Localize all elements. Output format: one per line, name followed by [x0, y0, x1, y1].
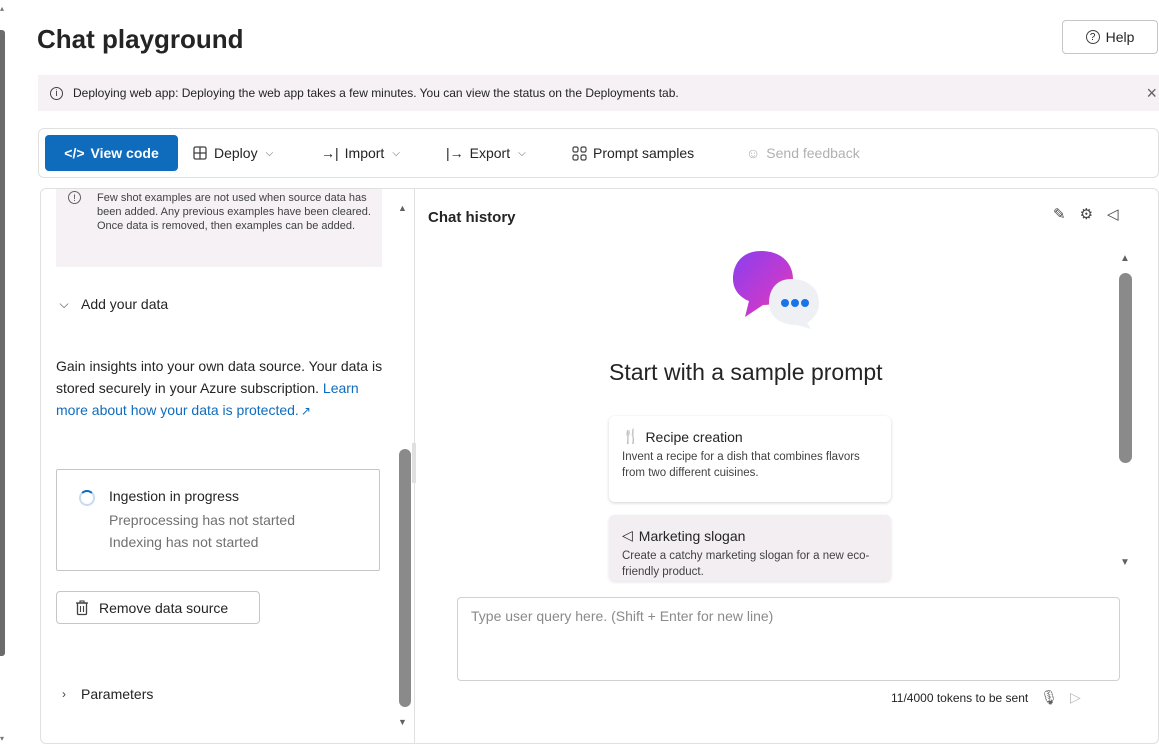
- import-button[interactable]: →| Import ⌵: [321, 135, 400, 171]
- chat-scroll-thumb[interactable]: [1119, 273, 1132, 463]
- chevron-down-icon: ⌵: [265, 147, 274, 159]
- setup-scroll-thumb[interactable]: [399, 449, 411, 707]
- recipe-icon: 🍴: [622, 428, 640, 444]
- chevron-down-icon: ⌵: [392, 147, 400, 159]
- ingestion-status-card: Ingestion in progress Preprocessing has …: [56, 469, 380, 571]
- help-label: Help: [1105, 29, 1135, 45]
- export-label: Export: [469, 145, 511, 161]
- send-icon[interactable]: ▷: [1070, 689, 1081, 706]
- sample-description: Invent a recipe for a dish that combines…: [622, 451, 860, 479]
- fewshot-note-text: Few shot examples are not used when sour…: [97, 192, 371, 232]
- megaphone-icon: ◁: [622, 527, 633, 543]
- token-count: 11/4000 tokens to be sent: [891, 690, 1029, 705]
- remove-data-source-button[interactable]: Remove data source: [56, 591, 260, 624]
- banner-text: Deploying web app: Deploying the web app…: [73, 86, 679, 100]
- chat-logo-icon: [733, 251, 819, 329]
- help-icon: ?: [1085, 30, 1100, 44]
- prompt-samples-button[interactable]: Prompt samples: [572, 135, 694, 171]
- view-code-button[interactable]: </> View code: [45, 135, 178, 171]
- deploy-icon: [193, 146, 207, 160]
- trash-icon: [76, 599, 88, 615]
- deploy-button[interactable]: Deploy ⌵: [192, 135, 273, 171]
- export-icon: |→: [446, 145, 464, 161]
- left-edge-scrollbar[interactable]: ▴ ▾: [0, 0, 8, 748]
- spinner-icon: [79, 490, 95, 506]
- export-button[interactable]: |→ Export ⌵: [446, 135, 526, 171]
- scroll-up-arrow[interactable]: ▲: [398, 203, 407, 213]
- toolbar: </> View code Deploy ⌵ →| Import ⌵ |→ Ex…: [38, 128, 1159, 178]
- help-button[interactable]: ? Help: [1062, 20, 1158, 54]
- ingestion-title: Ingestion in progress: [109, 488, 239, 504]
- sample-prompt-card[interactable]: 🍴 Recipe creation Invent a recipe for a …: [609, 416, 891, 502]
- remove-data-source-label: Remove data source: [99, 599, 229, 616]
- fewshot-note: ! Few shot examples are not used when so…: [56, 189, 382, 267]
- prompt-samples-label: Prompt samples: [593, 145, 695, 161]
- scroll-down-arrow[interactable]: ▾: [0, 734, 4, 743]
- query-placeholder: Type user query here. (Shift + Enter for…: [471, 608, 774, 624]
- token-row: 11/4000 tokens to be sent 🎙 ▷: [891, 689, 1081, 706]
- send-feedback-label: Send feedback: [766, 145, 860, 161]
- send-feedback-button[interactable]: ☺ Send feedback: [746, 135, 860, 171]
- page-title: Chat playground: [37, 24, 244, 54]
- chevron-right-icon: ›: [62, 687, 66, 701]
- scroll-up-arrow[interactable]: ▴: [0, 4, 4, 13]
- sample-title: Recipe creation: [645, 428, 743, 445]
- start-sample-title: Start with a sample prompt: [609, 359, 883, 385]
- left-edge-scroll-thumb[interactable]: [0, 30, 5, 656]
- scroll-up-arrow[interactable]: ▲: [1120, 253, 1130, 264]
- add-data-description: Gain insights into your own data source.…: [56, 355, 386, 422]
- external-link-icon: ↗: [300, 404, 311, 418]
- import-icon: →|: [321, 145, 339, 161]
- parameters-header[interactable]: › Parameters: [57, 686, 153, 702]
- info-icon: i: [50, 86, 63, 100]
- grid-icon: [572, 145, 587, 161]
- deploy-label: Deploy: [214, 145, 258, 161]
- import-label: Import: [344, 145, 385, 161]
- close-icon[interactable]: ×: [1146, 83, 1157, 104]
- sample-description: Create a catchy marketing slogan for a n…: [622, 550, 870, 578]
- chat-actions: ✎ ⚙ ◁: [1053, 205, 1119, 223]
- feedback-icon: ☺: [746, 145, 761, 161]
- gear-icon[interactable]: ⚙: [1080, 205, 1093, 223]
- scroll-down-arrow[interactable]: ▼: [1120, 557, 1130, 568]
- clear-chat-icon[interactable]: ✎: [1053, 205, 1066, 223]
- speaker-icon[interactable]: ◁: [1107, 205, 1119, 223]
- add-your-data-label: Add your data: [81, 296, 169, 312]
- indexing-status: Indexing has not started: [109, 534, 259, 550]
- add-your-data-header[interactable]: ⌵ Add your data: [57, 296, 168, 312]
- sample-prompt-card[interactable]: ◁ Marketing slogan Create a catchy marke…: [609, 515, 891, 581]
- parameters-label: Parameters: [81, 686, 154, 702]
- code-icon: </>: [64, 145, 85, 161]
- sample-title: Marketing slogan: [638, 527, 746, 544]
- scroll-down-arrow[interactable]: ▼: [398, 717, 407, 727]
- preprocessing-status: Preprocessing has not started: [109, 512, 295, 528]
- user-query-input[interactable]: Type user query here. (Shift + Enter for…: [457, 597, 1120, 681]
- chevron-down-icon: ⌵: [518, 147, 526, 159]
- info-icon: !: [68, 191, 81, 204]
- microphone-icon[interactable]: 🎙: [1040, 689, 1058, 706]
- setup-panel: ! Few shot examples are not used when so…: [41, 189, 416, 743]
- chevron-down-icon: ⌵: [59, 296, 69, 311]
- view-code-label: View code: [90, 145, 159, 161]
- panel-resize-handle[interactable]: [412, 443, 416, 483]
- chat-history-title: Chat history: [428, 209, 516, 226]
- deploy-banner: i Deploying web app: Deploying the web a…: [38, 75, 1159, 111]
- playground-main: ! Few shot examples are not used when so…: [40, 188, 1159, 744]
